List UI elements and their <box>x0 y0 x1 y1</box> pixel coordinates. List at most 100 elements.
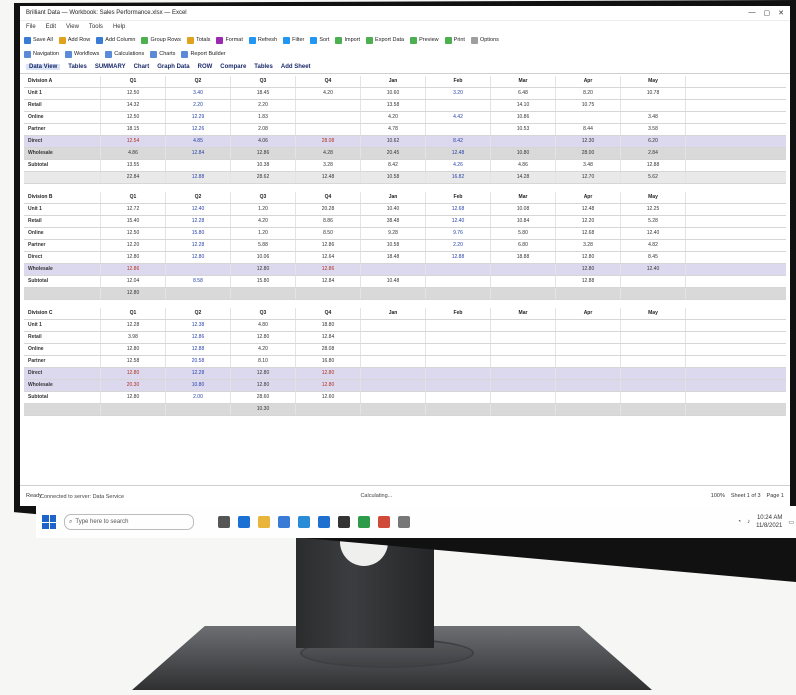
settings-icon[interactable] <box>398 516 410 528</box>
table-cell[interactable]: 2.20 <box>231 100 296 111</box>
table-cell[interactable]: 20.30 <box>101 380 166 391</box>
column-header[interactable]: Feb <box>426 192 491 203</box>
table-row[interactable]: Subtotal 13.55 10.38 3.28 8.42 4.26 4.86 3.48 12… <box>24 160 786 172</box>
table-cell[interactable]: 12.40 <box>621 228 686 239</box>
table-cell[interactable] <box>621 320 686 331</box>
table-cell[interactable]: 4.82 <box>621 240 686 251</box>
table-cell[interactable]: 12.50 <box>101 88 166 99</box>
table-cell[interactable]: 4.78 <box>361 124 426 135</box>
tab-summary[interactable]: SUMMARY <box>95 64 126 70</box>
menu-item-help[interactable]: Help <box>113 24 125 30</box>
table-row[interactable]: Direct 12.54 4.85 4.06 28.08 10.62 8.42 12.30 6.… <box>24 136 786 148</box>
table-cell[interactable]: 15.80 <box>231 276 296 287</box>
table-cell[interactable]: 10.62 <box>361 136 426 147</box>
table-cell[interactable]: 10.86 <box>491 112 556 123</box>
table-row[interactable]: Partner 12.20 12.28 5.88 12.86 10.58 2.20 6.80 3… <box>24 240 786 252</box>
menu-item-edit[interactable]: Edit <box>46 24 56 30</box>
table-cell[interactable] <box>426 124 491 135</box>
table-cell[interactable]: 9.76 <box>426 228 491 239</box>
table-cell[interactable]: 1.20 <box>231 228 296 239</box>
volume-icon[interactable]: ♪ <box>747 519 750 525</box>
table-row[interactable]: Online 12.50 15.80 1.20 8.50 9.28 9.76 5.80 12.6… <box>24 228 786 240</box>
toolbar-button-filter[interactable]: Filter <box>283 36 304 44</box>
table-cell[interactable]: 12.64 <box>296 252 361 263</box>
table-cell[interactable] <box>491 264 556 275</box>
tab-graph-data[interactable]: Graph Data <box>157 64 189 70</box>
table-cell[interactable]: 2.08 <box>231 124 296 135</box>
table-cell[interactable] <box>361 332 426 343</box>
table-cell[interactable] <box>491 344 556 355</box>
table-cell[interactable]: 4.42 <box>426 112 491 123</box>
column-header[interactable]: Q4 <box>296 76 361 87</box>
table-cell[interactable]: 10.08 <box>491 204 556 215</box>
table-cell[interactable] <box>491 320 556 331</box>
table-cell[interactable]: 10.53 <box>491 124 556 135</box>
table-cell[interactable]: 12.80 <box>231 264 296 275</box>
table-cell[interactable]: 4.85 <box>166 136 231 147</box>
toolbar-button-add-row[interactable]: Add Row <box>58 36 90 44</box>
table-cell[interactable]: 12.29 <box>166 112 231 123</box>
menu-item-file[interactable]: File <box>26 24 36 30</box>
table-cell[interactable]: 12.88 <box>556 276 621 287</box>
table-cell[interactable]: 12.70 <box>556 172 621 183</box>
table-cell[interactable]: 4.86 <box>491 160 556 171</box>
column-header[interactable]: Apr <box>556 76 621 87</box>
column-header[interactable]: Mar <box>491 76 556 87</box>
table-cell[interactable]: 12.28 <box>101 320 166 331</box>
minimize-button[interactable]: — <box>749 9 756 17</box>
table-cell[interactable]: 8.20 <box>556 88 621 99</box>
table-row[interactable]: Subtotal 12.80 2.00 28.60 12.60 <box>24 392 786 404</box>
table-row[interactable]: Direct 12.80 12.28 12.80 12.80 <box>24 368 786 380</box>
table-cell[interactable]: 12.48 <box>296 172 361 183</box>
table-cell[interactable]: 4.20 <box>296 88 361 99</box>
toolbar-button-preview[interactable]: Preview <box>410 36 439 44</box>
notification-icon[interactable]: ▭ <box>788 519 794 526</box>
table-row[interactable]: Retail 14.32 2.20 2.20 13.58 14.10 10.75 <box>24 100 786 112</box>
table-cell[interactable]: 12.20 <box>101 240 166 251</box>
table-cell[interactable] <box>556 356 621 367</box>
toolbar2-button-charts[interactable]: Charts <box>150 50 175 58</box>
table-cell[interactable]: 8.44 <box>556 124 621 135</box>
mail-icon[interactable] <box>298 516 310 528</box>
column-header[interactable]: Jan <box>361 76 426 87</box>
column-header[interactable]: Q3 <box>231 308 296 319</box>
table-cell[interactable] <box>231 288 296 299</box>
table-cell[interactable] <box>166 160 231 171</box>
table-cell[interactable]: 28.00 <box>556 148 621 159</box>
table-cell[interactable]: 3.58 <box>621 124 686 135</box>
table-cell[interactable]: 8.58 <box>166 276 231 287</box>
table-row[interactable]: 22.84 12.88 28.62 12.48 10.58 16.82 14.28 12.70… <box>24 172 786 184</box>
table-cell[interactable]: 5.88 <box>231 240 296 251</box>
table-cell[interactable]: 12.80 <box>231 368 296 379</box>
column-header[interactable]: Mar <box>491 308 556 319</box>
table-cell[interactable]: 12.86 <box>296 264 361 275</box>
table-cell[interactable] <box>556 404 621 415</box>
toolbar2-button-navigation[interactable]: Navigation <box>24 50 59 58</box>
table-cell[interactable]: 20.45 <box>361 148 426 159</box>
toolbar-button-add-column[interactable]: Add Column <box>96 36 135 44</box>
table-cell[interactable] <box>621 356 686 367</box>
table-cell[interactable]: 12.04 <box>101 276 166 287</box>
table-row[interactable]: Wholesale 4.86 12.84 12.86 4.28 20.45 12.48 10.… <box>24 148 786 160</box>
table-cell[interactable]: 10.80 <box>491 148 556 159</box>
table-cell[interactable]: 12.38 <box>166 320 231 331</box>
table-cell[interactable] <box>166 264 231 275</box>
table-cell[interactable] <box>361 404 426 415</box>
table-cell[interactable]: 2.20 <box>426 240 491 251</box>
people-icon[interactable] <box>318 516 330 528</box>
table-cell[interactable]: 12.88 <box>166 172 231 183</box>
table-cell[interactable]: 12.86 <box>231 148 296 159</box>
table-cell[interactable]: 3.40 <box>166 88 231 99</box>
table-cell[interactable]: 12.48 <box>426 148 491 159</box>
table-cell[interactable]: 10.06 <box>231 252 296 263</box>
table-cell[interactable] <box>426 380 491 391</box>
column-header[interactable]: Apr <box>556 192 621 203</box>
table-cell[interactable] <box>361 264 426 275</box>
table-cell[interactable] <box>426 276 491 287</box>
table-cell[interactable]: 12.80 <box>101 252 166 263</box>
table-cell[interactable]: 3.28 <box>296 160 361 171</box>
table-cell[interactable]: 12.84 <box>166 148 231 159</box>
table-cell[interactable]: 14.28 <box>491 172 556 183</box>
table-cell[interactable]: 14.32 <box>101 100 166 111</box>
table-cell[interactable]: 8.10 <box>231 356 296 367</box>
